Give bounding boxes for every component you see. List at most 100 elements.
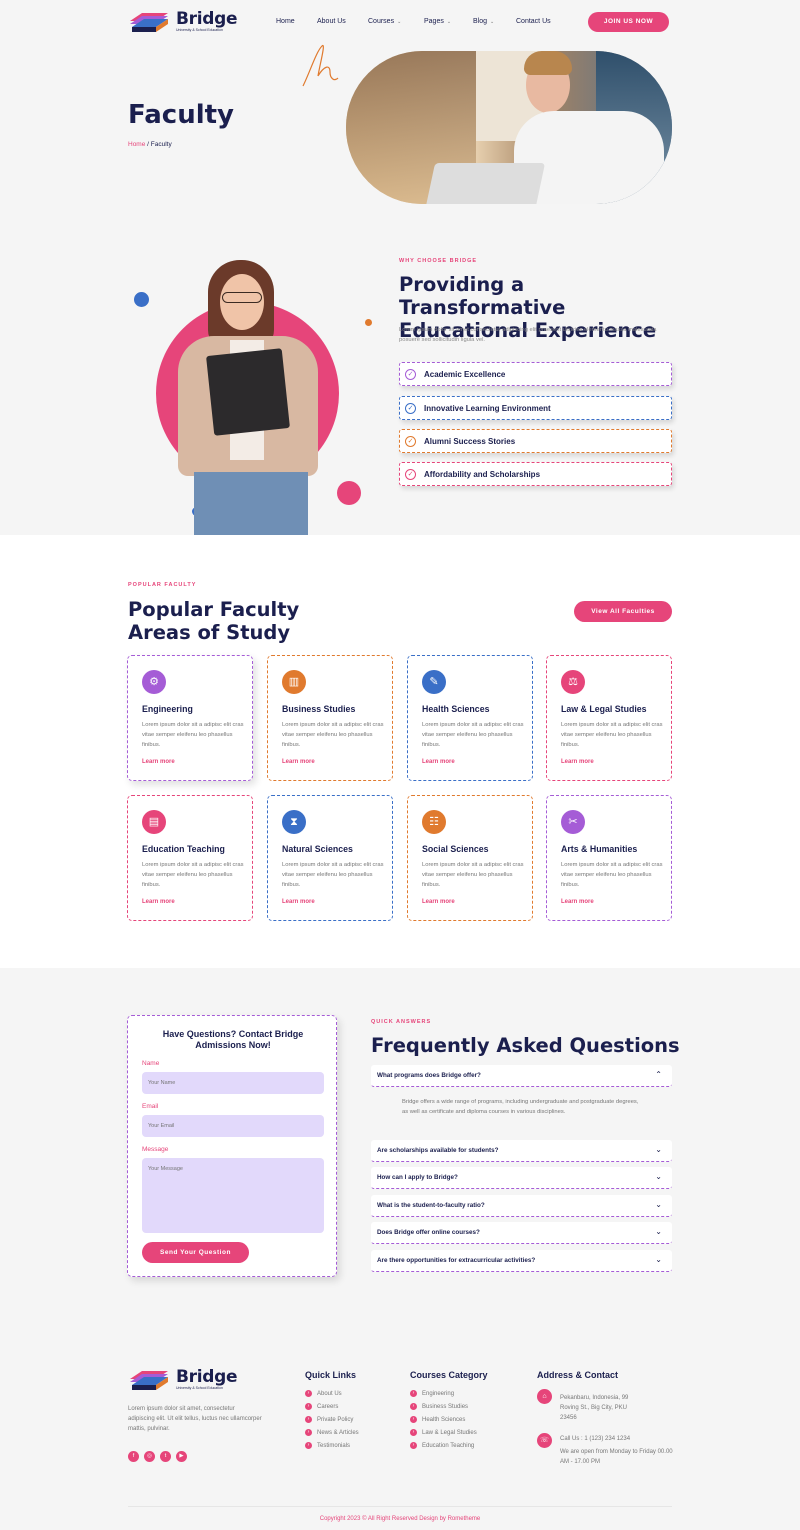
learn-more-link[interactable]: Learn more [142, 899, 175, 905]
faq-item[interactable]: Does Bridge offer online courses? ⌄ [371, 1222, 672, 1244]
brush-icon: ✂ [561, 810, 585, 834]
site-logo[interactable]: Bridge University & School Education [128, 9, 238, 34]
faculty-card-arts[interactable]: ✂ Arts & Humanities Lorem ipsum dolor si… [546, 795, 672, 921]
book-icon: ▤ [142, 810, 166, 834]
faculty-card-health[interactable]: ✎ Health Sciences Lorem ipsum dolor sit … [407, 655, 533, 781]
faq-item[interactable]: What is the student-to-faculty ratio? ⌄ [371, 1195, 672, 1217]
quick-link-item[interactable]: › Testimonials [305, 1442, 359, 1449]
check-icon: ✓ [405, 469, 416, 480]
address-heading: Address & Contact [537, 1370, 619, 1380]
feature-label: Affordability and Scholarships [424, 470, 541, 479]
quick-link-item[interactable]: › Careers [305, 1403, 359, 1410]
learn-more-link[interactable]: Learn more [561, 759, 594, 765]
faculty-eyebrow: POPULAR FACULTY [128, 582, 197, 588]
course-link-label: Engineering [422, 1390, 455, 1397]
chevron-right-icon: › [410, 1442, 417, 1449]
faculty-card-education[interactable]: ▤ Education Teaching Lorem ipsum dolor s… [127, 795, 253, 921]
feature-label: Alumni Success Stories [424, 437, 516, 446]
learn-more-link[interactable]: Learn more [282, 899, 315, 905]
learn-more-link[interactable]: Learn more [142, 759, 175, 765]
learn-more-link[interactable]: Learn more [422, 759, 455, 765]
quick-links-heading: Quick Links [305, 1370, 357, 1380]
chevron-right-icon: › [305, 1403, 312, 1410]
instagram-icon[interactable]: ◎ [144, 1451, 155, 1462]
learn-more-link[interactable]: Learn more [422, 899, 455, 905]
faculty-card-business[interactable]: ▥ Business Studies Lorem ipsum dolor sit… [267, 655, 393, 781]
why-eyebrow: WHY CHOOSE BRIDGE [399, 258, 478, 264]
breadcrumb-home-link[interactable]: Home [128, 141, 145, 148]
chart-icon: ▥ [282, 670, 306, 694]
card-description: Lorem ipsum dolor sit a adipisc elit cra… [561, 862, 663, 888]
quick-link-item[interactable]: › Private Policy [305, 1416, 359, 1423]
nav-blog[interactable]: Blog ⌄ [473, 18, 494, 25]
check-icon: ✓ [405, 436, 416, 447]
learn-more-link[interactable]: Learn more [282, 759, 315, 765]
card-title: Health Sciences [422, 704, 490, 714]
faq-eyebrow: QUICK ANSWERS [371, 1019, 432, 1025]
card-description: Lorem ipsum dolor sit a adipisc elit cra… [422, 722, 524, 748]
footer-logo[interactable]: Bridge University & School Education [128, 1367, 238, 1392]
faq-item[interactable]: Are scholarships available for students?… [371, 1140, 672, 1162]
faq-item[interactable]: How can I apply to Bridge? ⌄ [371, 1167, 672, 1189]
gear-icon: ⚙ [142, 670, 166, 694]
chevron-down-icon: ⌄ [655, 1145, 662, 1154]
chevron-down-icon: ⌄ [655, 1172, 662, 1181]
chevron-down-icon: ⌄ [490, 19, 495, 25]
nav-courses[interactable]: Courses ⌄ [368, 18, 401, 25]
facebook-icon[interactable]: f [128, 1451, 139, 1462]
footer-phone: Call Us : 1 (123) 234 1234 [560, 1436, 631, 1442]
faculty-card-engineering[interactable]: ⚙ Engineering Lorem ipsum dolor sit a ad… [127, 655, 253, 781]
faculty-card-social[interactable]: ☷ Social Sciences Lorem ipsum dolor sit … [407, 795, 533, 921]
email-input[interactable] [142, 1115, 324, 1137]
course-link-item[interactable]: › Health Sciences [410, 1416, 477, 1423]
logo-name: Bridge [176, 1367, 238, 1387]
faq-item[interactable]: Are there opportunities for extracurricu… [371, 1250, 672, 1272]
breadcrumb-current: Faculty [150, 141, 172, 148]
quick-link-item[interactable]: › About Us [305, 1390, 359, 1397]
faq-item-open[interactable]: What programs does Bridge offer? ⌃ [371, 1065, 672, 1087]
chevron-down-icon: ⌄ [655, 1227, 662, 1236]
feature-label: Innovative Learning Environment [424, 404, 551, 413]
faq-question: Does Bridge offer online courses? [377, 1229, 480, 1236]
quick-link-item[interactable]: › News & Articles [305, 1429, 359, 1436]
faculty-card-law[interactable]: ⚖ Law & Legal Studies Lorem ipsum dolor … [546, 655, 672, 781]
card-title: Engineering [142, 704, 193, 714]
feature-academic-excellence: ✓ Academic Excellence [399, 362, 672, 386]
course-link-item[interactable]: › Business Studies [410, 1403, 477, 1410]
nav-about[interactable]: About Us [317, 18, 346, 25]
faq-title: Frequently Asked Questions [371, 1034, 680, 1057]
card-description: Lorem ipsum dolor sit a adipisc elit cra… [422, 862, 524, 888]
chevron-down-icon: ⌄ [446, 19, 452, 25]
view-all-faculties-button[interactable]: View All Faculties [574, 601, 672, 622]
message-textarea[interactable] [142, 1158, 324, 1233]
quick-links-list: › About Us › Careers › Private Policy › News… [305, 1390, 359, 1449]
faculty-card-natural[interactable]: ⧗ Natural Sciences Lorem ipsum dolor sit… [267, 795, 393, 921]
quick-link-label: Private Policy [317, 1416, 354, 1423]
send-question-button[interactable]: Send Your Question [142, 1242, 249, 1263]
learn-more-link[interactable]: Learn more [561, 899, 594, 905]
card-title: Natural Sciences [282, 844, 353, 854]
course-link-item[interactable]: › Engineering [410, 1390, 477, 1397]
nav-contact[interactable]: Contact Us [516, 18, 551, 25]
chevron-up-icon: ⌃ [655, 1070, 662, 1079]
nav-pages[interactable]: Pages ⌄ [424, 18, 451, 25]
join-us-button[interactable]: JOIN US NOW [588, 12, 669, 32]
feature-label: Academic Excellence [424, 370, 506, 379]
blue-dot-decoration [134, 292, 149, 307]
name-input[interactable] [142, 1072, 324, 1094]
nav-courses-label: Courses [368, 18, 395, 25]
courses-heading: Courses Category [410, 1370, 488, 1380]
message-label: Message [142, 1146, 169, 1153]
page-title: Faculty [128, 100, 234, 130]
course-link-item[interactable]: › Law & Legal Studies [410, 1429, 477, 1436]
course-link-item[interactable]: › Education Teaching [410, 1442, 477, 1449]
nav-pages-label: Pages [424, 18, 444, 25]
chevron-right-icon: › [410, 1403, 417, 1410]
why-description: Lorem ipsum dolor sit amet consectetur a… [399, 327, 657, 343]
nav-blog-label: Blog [473, 18, 488, 25]
youtube-icon[interactable]: ▶ [176, 1451, 187, 1462]
twitter-icon[interactable]: t [160, 1451, 171, 1462]
breadcrumb: Home / Faculty [128, 141, 172, 148]
hero-student-hair [524, 51, 572, 75]
nav-home[interactable]: Home [276, 18, 295, 25]
